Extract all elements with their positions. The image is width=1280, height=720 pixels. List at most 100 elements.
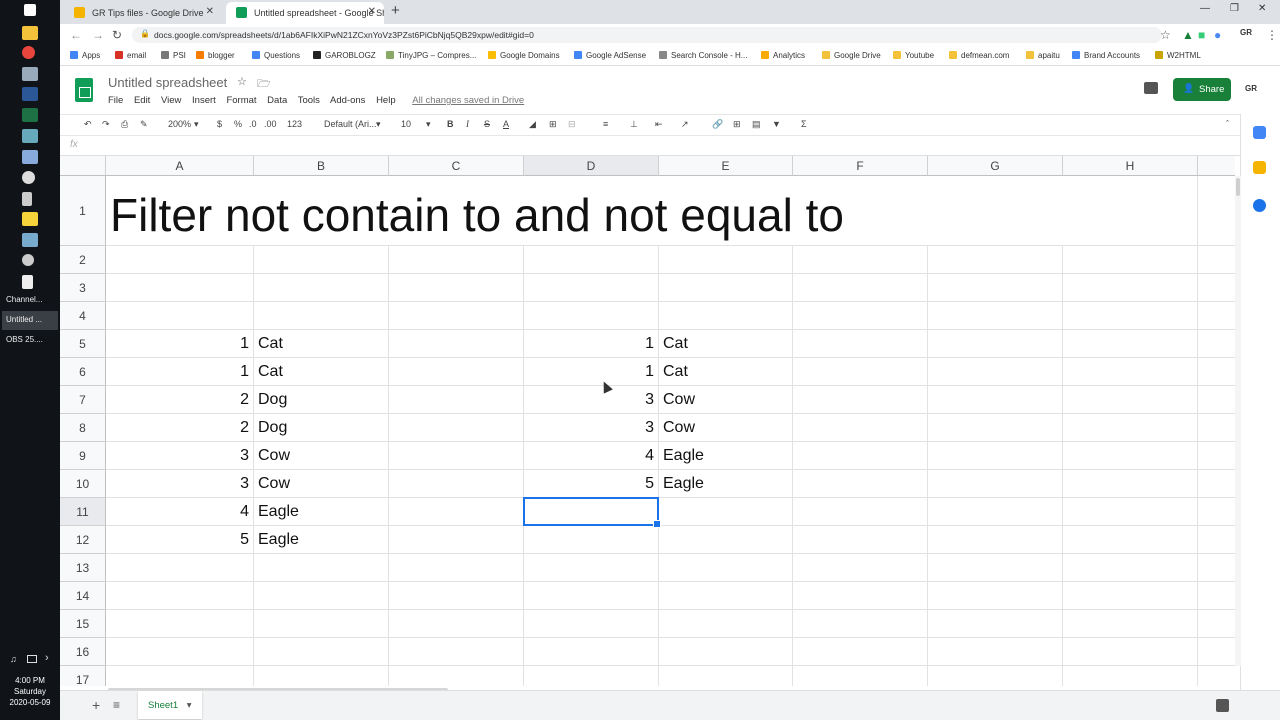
browser-tab-active[interactable]: Untitled spreadsheet - Google Sh ✕ (226, 2, 384, 24)
row-header-4[interactable]: 4 (60, 302, 106, 330)
cell[interactable] (1198, 582, 1235, 610)
cell[interactable] (793, 638, 928, 666)
cell[interactable] (1063, 554, 1198, 582)
document-title[interactable]: Untitled spreadsheet (108, 75, 227, 90)
close-icon[interactable]: ✕ (368, 6, 376, 17)
cell[interactable] (1198, 442, 1235, 470)
cell[interactable] (928, 470, 1063, 498)
row-header-12[interactable]: 12 (60, 526, 106, 554)
menu-icon[interactable]: ⋮ (1266, 28, 1278, 42)
text-color-icon[interactable]: A (503, 119, 509, 129)
cell-b5[interactable]: Cat (254, 330, 389, 358)
cell[interactable] (928, 246, 1063, 274)
row-header-2[interactable]: 2 (60, 246, 106, 274)
cell[interactable] (524, 554, 659, 582)
cell[interactable] (659, 498, 793, 526)
file-explorer-icon[interactable] (22, 26, 38, 40)
redo-icon[interactable]: ↷ (102, 119, 110, 130)
menu-format[interactable]: Format (226, 95, 256, 106)
cell[interactable] (659, 526, 793, 554)
back-icon[interactable]: ← (70, 28, 82, 42)
cell[interactable] (254, 582, 389, 610)
cell[interactable] (106, 638, 254, 666)
comment-history-icon[interactable] (1144, 82, 1158, 94)
tasks-icon[interactable] (1253, 199, 1266, 212)
bookmark-item[interactable]: Search Console - H... (659, 51, 747, 60)
cell-e8[interactable]: Cow (659, 414, 793, 442)
cell[interactable] (1063, 330, 1198, 358)
cell-d8[interactable]: 3 (524, 414, 659, 442)
cell[interactable] (793, 526, 928, 554)
cell-b6[interactable]: Cat (254, 358, 389, 386)
sheet-heading-cell-a1[interactable]: Filter not contain to and not equal to (110, 188, 844, 242)
cell[interactable] (793, 554, 928, 582)
cell[interactable] (659, 638, 793, 666)
horizontal-align-icon[interactable]: ≡ (603, 119, 608, 129)
cell[interactable] (659, 302, 793, 330)
menu-insert[interactable]: Insert (192, 95, 216, 106)
cell[interactable] (793, 386, 928, 414)
currency-format-button[interactable]: $ (217, 119, 222, 129)
cell[interactable] (1198, 526, 1235, 554)
bookmark-item[interactable]: GAROBLOGZ (313, 51, 376, 60)
cell[interactable] (389, 666, 524, 686)
cell[interactable] (389, 386, 524, 414)
row-header-13[interactable]: 13 (60, 554, 106, 582)
cell[interactable] (106, 666, 254, 686)
cell[interactable] (928, 554, 1063, 582)
decrease-decimal-button[interactable]: .0 (249, 119, 257, 129)
cell-e10[interactable]: Eagle (659, 470, 793, 498)
row-header-10[interactable]: 10 (60, 470, 106, 498)
cell[interactable] (1198, 176, 1235, 246)
cell[interactable] (659, 666, 793, 686)
bookmark-item[interactable]: defmean.com (949, 51, 1009, 60)
cell[interactable] (793, 498, 928, 526)
cell[interactable] (1063, 610, 1198, 638)
extension-icon[interactable]: ▲ (1182, 28, 1194, 42)
cell[interactable] (793, 666, 928, 686)
text-wrapping-icon[interactable]: ⇤ (655, 119, 663, 130)
cell[interactable] (1063, 274, 1198, 302)
row-header-3[interactable]: 3 (60, 274, 106, 302)
minimize-button[interactable]: — (1200, 3, 1210, 14)
cell[interactable] (389, 330, 524, 358)
share-button[interactable]: 👤 Share (1173, 78, 1231, 101)
bookmark-item[interactable]: Google Domains (488, 51, 560, 60)
forward-icon[interactable]: → (92, 28, 104, 42)
cell[interactable] (928, 526, 1063, 554)
cell[interactable] (1063, 442, 1198, 470)
system-clock[interactable]: 4:00 PM Saturday 2020-05-09 (0, 675, 60, 708)
cell[interactable] (928, 414, 1063, 442)
increase-decimal-button[interactable]: .00 (264, 119, 277, 129)
row-header-11[interactable]: 11 (60, 498, 106, 526)
cell-b11[interactable]: Eagle (254, 498, 389, 526)
cell[interactable] (1198, 330, 1235, 358)
insert-comment-icon[interactable]: ⊞ (733, 119, 741, 130)
print-icon[interactable]: ⎙ (121, 119, 128, 130)
row-header-9[interactable]: 9 (60, 442, 106, 470)
cell[interactable] (389, 638, 524, 666)
cell-e9[interactable]: Eagle (659, 442, 793, 470)
cell[interactable] (928, 330, 1063, 358)
cell-d9[interactable]: 4 (524, 442, 659, 470)
row-header-5[interactable]: 5 (60, 330, 106, 358)
row-header-15[interactable]: 15 (60, 610, 106, 638)
cell[interactable] (928, 274, 1063, 302)
text-rotation-icon[interactable]: ↗ (681, 119, 689, 130)
chrome-icon[interactable] (22, 46, 35, 59)
cell-a12[interactable]: 5 (106, 526, 254, 554)
cell[interactable] (793, 470, 928, 498)
cell-d7[interactable]: 3 (524, 386, 659, 414)
row-header-16[interactable]: 16 (60, 638, 106, 666)
menu-file[interactable]: File (108, 95, 123, 106)
add-sheet-button[interactable]: + (92, 697, 100, 713)
cell-e7[interactable]: Cow (659, 386, 793, 414)
cell-e5[interactable]: Cat (659, 330, 793, 358)
cell-a8[interactable]: 2 (106, 414, 254, 442)
paint-format-icon[interactable]: ✎ (140, 119, 148, 130)
bookmark-item[interactable]: Google AdSense (574, 51, 646, 60)
cell[interactable] (928, 442, 1063, 470)
app-icon[interactable] (22, 254, 34, 266)
cell[interactable] (1063, 470, 1198, 498)
save-status[interactable]: All changes saved in Drive (412, 95, 524, 106)
